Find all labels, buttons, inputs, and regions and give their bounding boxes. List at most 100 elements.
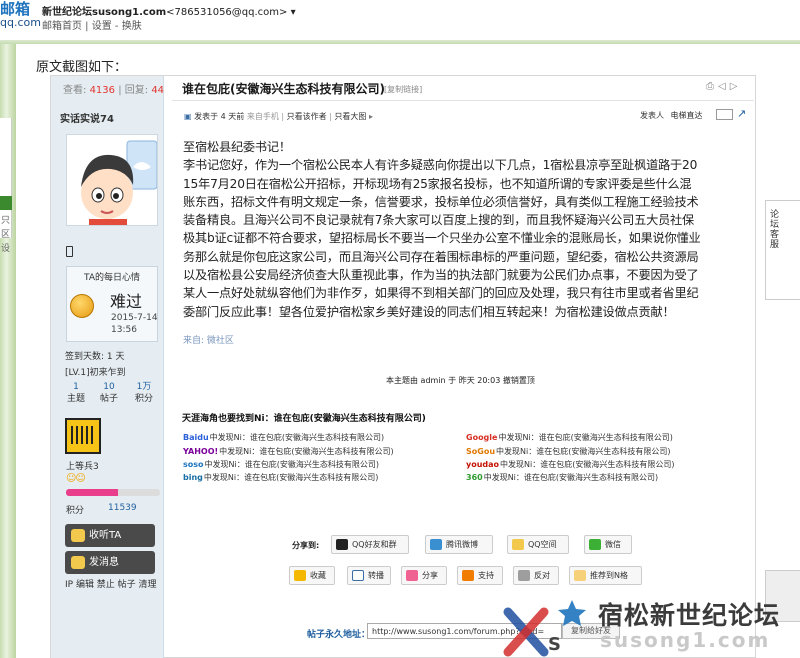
admin-links[interactable]: IP 编辑 禁止 帖子 清理 [65,577,157,590]
sad-face-icon [70,294,94,318]
mail-sender: 新世纪论坛susong1.com<786531056@qq.com> ▾ [42,3,296,18]
listen-icon [71,529,85,542]
left-nav-active[interactable] [0,196,12,210]
search-promo-title: 天涯海角也要找到Ni：谁在包庇(安徽海兴生态科技有限公司) [182,414,426,424]
avatar-illustration [67,135,157,225]
send-message-button[interactable]: 发消息 [65,551,155,574]
youdao-logo-icon: youdao [466,460,500,469]
share-label: 分享到: [292,541,320,550]
right-float-tab-label: 论坛客服 [770,210,780,250]
mail-nav-links[interactable]: 邮箱首页 | 设置 - 换肤 [42,17,142,32]
listen-button[interactable]: 收听TA [65,524,155,547]
thumb-up-icon [462,570,474,581]
rank-badge-image [65,418,101,454]
post-tools: ⎙◁▷ [706,81,741,92]
score-label: 积分 [66,506,85,516]
permalink-label: 帖子永久地址： [307,630,371,640]
mood-date: 2015-7-14 13:56 [111,313,158,335]
count-credits[interactable]: 1万 积分 [129,381,159,405]
thumb-down-icon [518,570,530,581]
search-promo-row[interactable]: SoGou中发现Ni：谁在包庇(安徽海兴生态科技有限公司) [466,446,670,457]
score-progress-fill [66,489,118,496]
view-count: 4136 [89,85,116,96]
body-line: 务那么就是你包庇这家公司，而且海兴公司存在着围标串标的严重问题，望纪委，宿松公共… [183,249,699,264]
title-divider [172,100,754,101]
poster-label: 发表人 [640,111,664,120]
baidu-logo-icon: Baidu [183,433,209,442]
post-title: 谁在包庇(安徽海兴生态科技有限公司) [182,82,385,96]
svg-text:S: S [548,634,561,655]
rank-name: 上等兵3 [66,462,99,472]
post-body: 至宿松县纪委书记！ 李书记您好，作为一个宿松公民本人有许多疑惑向你提出以下几点，… [183,138,748,321]
search-promo-row[interactable]: Baidu中发现Ni：谁在包庇(安徽海兴生态科技有限公司) [183,432,384,443]
share-qzone-button[interactable]: QQ空间 [507,535,569,554]
soso-logo-icon: soso [183,460,204,469]
floor-jump-input[interactable] [716,109,733,120]
next-icon[interactable]: ▷ [730,81,742,92]
score-value: 11539 [108,503,137,513]
checkin-days: 签到天数: 1 天 [65,352,125,362]
search-promo-row[interactable]: 360中发现Ni：谁在包庇(安徽海兴生态科技有限公司) [466,472,658,483]
body-line: 某人一点好处就纵容他们为非作歹，如果得不到相关部门的回应及处理，我只有往市里或者… [183,286,699,301]
copy-link-button[interactable]: [复制链接] [384,84,422,95]
user-level: [LV.1]初来乍到 [65,368,126,378]
support-button[interactable]: 支持 [457,566,503,585]
star-icon [294,570,306,581]
search-promo-row[interactable]: YAHOO!中发现Ni：谁在包庇(安徽海兴生态科技有限公司) [183,446,394,457]
from-mobile: 来自手机 [246,112,279,121]
mobile-phone-icon [66,246,73,257]
search-promo-row[interactable]: Google中发现Ni：谁在包庇(安徽海兴生态科技有限公司) [466,432,673,443]
qq-penguin-icon [336,539,348,550]
recommend-icon [574,570,586,581]
chevron-right-icon[interactable]: ▸ [369,112,373,121]
post-meta-right: 发表人 电梯直达 [640,110,703,121]
sogou-logo-icon: SoGou [466,447,496,456]
forum-watermark-logo: S [498,594,590,658]
post-source-link[interactable]: 来自: 微社区 [183,333,234,346]
mood-title: TA的每日心情 [84,273,140,283]
chevron-down-icon[interactable]: ▾ [291,7,296,18]
repost-button[interactable]: 转播 [347,566,391,585]
body-line: 委部门反应此事！望各位爱护宿松家乡美好建设的同志们相互转起来！为宿松建设做点贡献… [183,304,675,319]
watermark-url: susong1.com [600,628,771,652]
search-promo-row[interactable]: youdao中发现Ni：谁在包庇(安徽海兴生态科技有限公司) [466,459,674,470]
favorite-button[interactable]: 收藏 [289,566,335,585]
recommend-button[interactable]: 推荐到N格 [569,566,642,585]
moderation-info: 本主题由 admin 于 昨天 20:03 撤销置顶 [386,376,535,385]
qq-mail-logo[interactable]: 邮箱 qq.com [0,2,41,38]
count-topics[interactable]: 1 主题 [61,381,91,405]
360-logo-icon: 360 [466,473,483,482]
post-stats: 查看: 4136 | 回复: 44 [63,85,165,96]
post-meta: ▣ 发表于 4 天前 来自手机 | 只看该作者 | 只看大图 ▸ [184,112,373,121]
envelope-icon [71,556,85,569]
search-promo-row[interactable]: soso中发现Ni：谁在包庇(安徽海兴生态科技有限公司) [183,459,379,470]
share-qq-friends-button[interactable]: QQ好友和群 [331,535,409,554]
jump-arrow-icon[interactable]: ↗ [737,107,746,120]
share-button[interactable]: 分享 [401,566,447,585]
big-image-link[interactable]: 只看大图 [334,112,366,121]
search-promo-row[interactable]: bing中发现Ni：谁在包庇(安徽海兴生态科技有限公司) [183,472,378,483]
print-icon[interactable]: ⎙ [706,81,718,92]
prev-icon[interactable]: ◁ [718,81,730,92]
rank-stars: ☺☺ [66,473,86,484]
left-nav-char[interactable]: 只 [1,213,10,226]
left-nav-char[interactable]: 区 [1,227,10,240]
sender-email: <786531056@qq.com> [166,7,288,18]
oppose-button[interactable]: 反对 [513,566,559,585]
google-logo-icon: Google [466,433,498,442]
yahoo-logo-icon: YAHOO! [183,447,219,456]
body-line: 李书记您好，作为一个宿松公民本人有许多疑惑向你提出以下几点，1宿松县凉亭至趾枫道… [183,158,698,173]
watermark-x-icon: S [503,600,586,657]
author-name[interactable]: 实话实说74 [60,110,114,125]
share-tencent-weibo-button[interactable]: 腾讯微博 [425,535,493,554]
body-line: 极其b证c证都不符合要求，望招标局长不要当一个只坐办公室不懂业余的混账局长，如果… [183,231,701,246]
qzone-star-icon [512,539,524,550]
count-posts[interactable]: 10 帖子 [94,381,124,405]
elevator-label: 电梯直达 [670,111,703,120]
author-only-link[interactable]: 只看该作者 [287,112,327,121]
avatar[interactable] [66,134,158,226]
left-nav-char[interactable]: 设 [1,241,10,254]
share-wechat-button[interactable]: 微信 [584,535,632,554]
score-progress-bar [66,489,160,496]
body-line: 装备精良。且海兴公司不良记录就有7条大家可以百度上搜的到，而且我怀疑海兴公司五大… [183,213,695,228]
